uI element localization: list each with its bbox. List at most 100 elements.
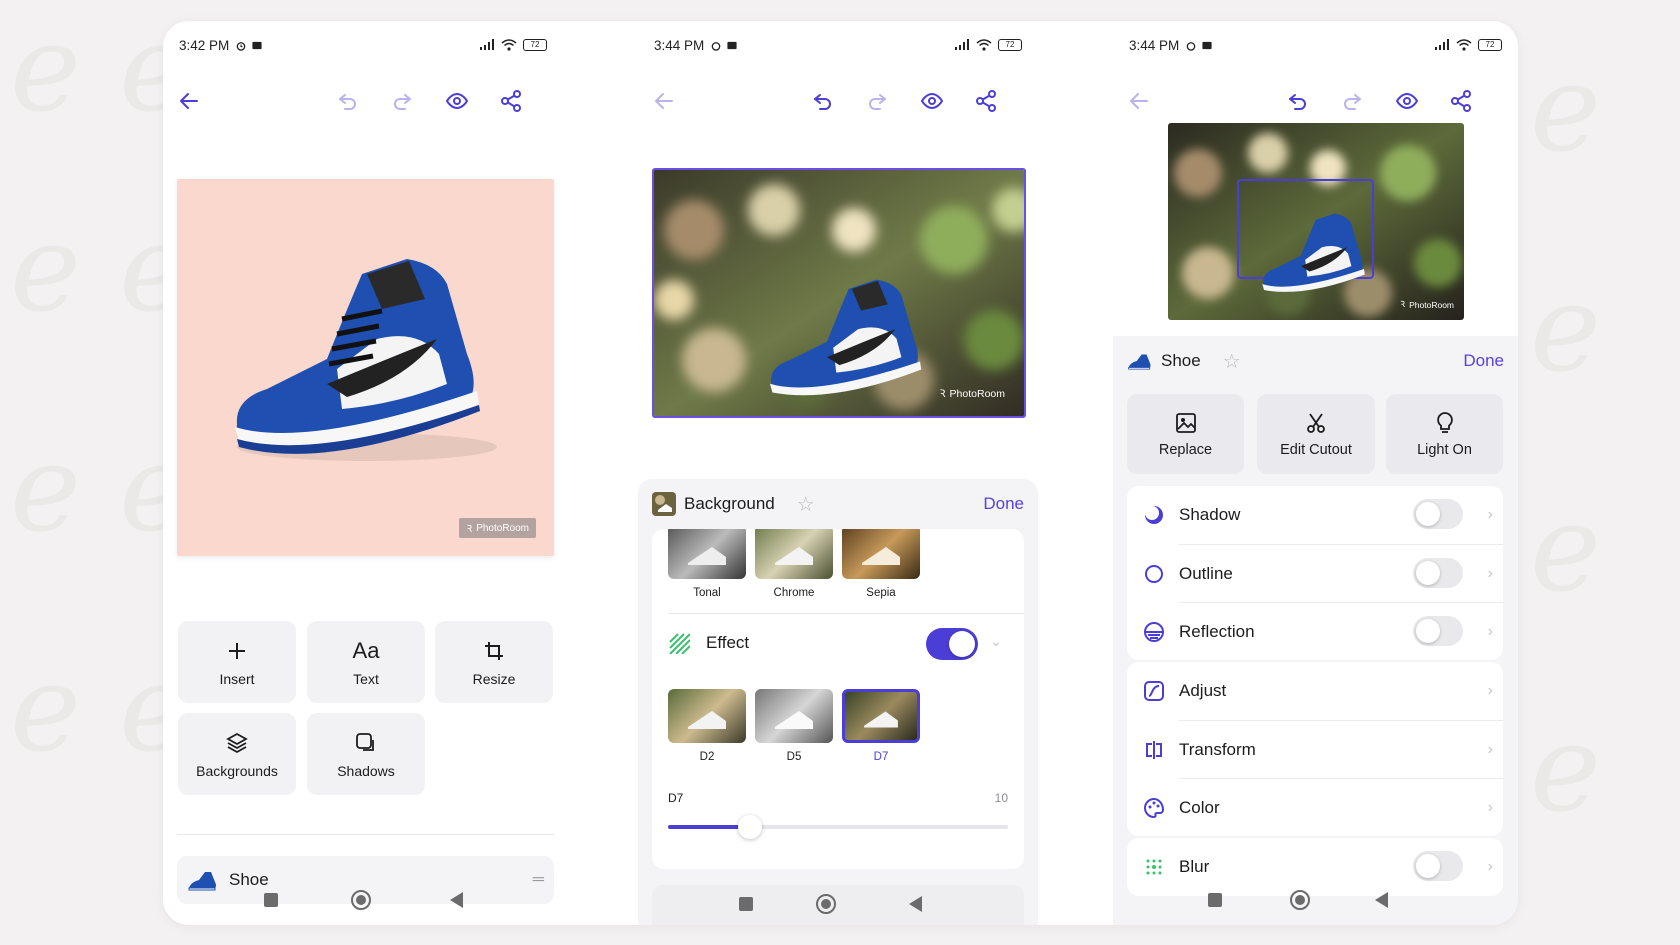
filter-label-sepia: Sepia xyxy=(866,587,896,599)
slider-knob[interactable] xyxy=(737,815,762,839)
reflection-toggle[interactable] xyxy=(1413,616,1463,646)
filter-thumb-tonal[interactable] xyxy=(668,529,746,579)
intensity-slider[interactable] xyxy=(668,815,1008,839)
design-canvas[interactable]: Ꝛ PhotoRoom xyxy=(1168,123,1464,320)
back-button[interactable] xyxy=(646,83,682,119)
undo-button[interactable] xyxy=(805,83,841,119)
preview-button[interactable] xyxy=(1389,83,1425,119)
options-group: Adjust › Transform › Color › xyxy=(1127,662,1503,836)
image-icon xyxy=(1175,410,1196,436)
replace-tile[interactable]: Replace xyxy=(1127,394,1244,474)
back-nav-button[interactable] xyxy=(450,892,463,908)
design-canvas[interactable]: Ꝛ PhotoRoom xyxy=(652,168,1026,418)
edit-cutout-tile[interactable]: Edit Cutout xyxy=(1257,394,1375,474)
effect-thumb-d5[interactable] xyxy=(755,689,833,743)
backgrounds-tile[interactable]: Backgrounds xyxy=(178,713,296,795)
edit-cutout-label: Edit Cutout xyxy=(1280,442,1352,458)
back-button[interactable] xyxy=(171,83,207,119)
reflection-row[interactable]: Reflection › xyxy=(1144,602,1503,660)
transform-row[interactable]: Transform › xyxy=(1146,720,1503,778)
filter-thumb-chrome[interactable] xyxy=(755,529,833,579)
photoroom-watermark: Ꝛ PhotoRoom xyxy=(939,388,1005,400)
alarm-icon xyxy=(1186,41,1196,51)
share-button[interactable] xyxy=(1443,83,1479,119)
color-label: Color xyxy=(1179,797,1220,817)
text-tile[interactable]: Aa Text xyxy=(307,621,425,703)
share-button[interactable] xyxy=(493,83,529,119)
backgrounds-label: Backgrounds xyxy=(196,763,278,779)
redo-button[interactable] xyxy=(1334,83,1370,119)
layers-icon xyxy=(226,729,248,757)
shoe-thumbnail xyxy=(1128,354,1151,370)
chevron-right-icon: › xyxy=(1487,506,1493,523)
alarm-icon xyxy=(711,41,721,51)
done-button[interactable]: Done xyxy=(1463,351,1504,371)
chevron-down-icon[interactable]: ⌄ xyxy=(990,633,1002,650)
battery-icon: 72 xyxy=(523,39,547,51)
blur-label: Blur xyxy=(1179,857,1210,876)
resize-tile[interactable]: Resize xyxy=(435,621,553,703)
design-canvas[interactable]: Ꝛ PhotoRoom xyxy=(177,179,554,556)
back-nav-button[interactable] xyxy=(909,896,922,912)
done-button[interactable]: Done xyxy=(983,494,1024,514)
status-icons xyxy=(710,40,738,51)
effect-label: Effect xyxy=(706,633,750,652)
outline-row[interactable]: Outline › xyxy=(1145,544,1503,602)
star-icon[interactable]: ☆ xyxy=(797,492,815,517)
panel-header: Shoe ☆ Done xyxy=(1127,346,1504,376)
toggle-group: Shadow › Outline › Reflection › xyxy=(1127,486,1503,660)
filter-label-tonal: Tonal xyxy=(693,587,721,599)
redo-button[interactable] xyxy=(384,83,420,119)
filter-thumb-sepia[interactable] xyxy=(842,529,920,579)
chevron-right-icon: › xyxy=(1487,858,1493,875)
shadow-icon xyxy=(355,729,377,757)
undo-button[interactable] xyxy=(1280,83,1316,119)
blur-icon xyxy=(1143,856,1165,878)
top-toolbar xyxy=(638,83,1038,119)
blur-toggle[interactable] xyxy=(1413,851,1463,881)
panel-header: Background ☆ Done xyxy=(652,489,1024,519)
share-button[interactable] xyxy=(968,83,1004,119)
effect-thumb-d7[interactable] xyxy=(842,689,920,743)
shadow-row[interactable]: Shadow › xyxy=(1127,486,1503,544)
signal-icon xyxy=(1435,39,1449,50)
status-icons xyxy=(235,40,263,51)
share-icon xyxy=(501,90,521,112)
background-panel: Background ☆ Done Tonal Chrome Sepia Eff… xyxy=(638,479,1038,925)
preview-button[interactable] xyxy=(439,83,475,119)
shadow-toggle[interactable] xyxy=(1413,499,1463,529)
redo-button[interactable] xyxy=(859,83,895,119)
battery-icon: 72 xyxy=(998,39,1022,51)
back-nav-button[interactable] xyxy=(1375,892,1388,908)
status-right: 72 xyxy=(1434,39,1502,51)
blurred-background-image xyxy=(654,170,1024,416)
star-icon[interactable]: ☆ xyxy=(1223,349,1241,374)
recents-button[interactable] xyxy=(264,893,278,907)
shadows-tile[interactable]: Shadows xyxy=(307,713,425,795)
screen-object-editor: 3:44 PM 72 Ꝛ PhotoRoom Shoe ☆ Done Repla… xyxy=(1113,21,1518,925)
outline-toggle[interactable] xyxy=(1413,558,1463,588)
recents-button[interactable] xyxy=(1208,893,1222,907)
home-button[interactable] xyxy=(351,890,371,910)
recents-button[interactable] xyxy=(739,897,753,911)
status-bar: 3:44 PM 72 xyxy=(654,35,1022,55)
undo-icon xyxy=(1289,94,1306,110)
system-navbar xyxy=(652,885,1024,925)
undo-button[interactable] xyxy=(330,83,366,119)
status-time: 3:44 PM xyxy=(654,37,705,53)
effect-toggle[interactable] xyxy=(926,628,978,660)
home-button[interactable] xyxy=(816,894,836,914)
adjust-label: Adjust xyxy=(1179,681,1227,700)
preview-button[interactable] xyxy=(914,83,950,119)
screen-background-editor: 3:44 PM 72 Ꝛ PhotoRoom Background ☆ Done… xyxy=(638,21,1038,925)
object-panel: Shoe ☆ Done Replace Edit Cutout Light On… xyxy=(1113,336,1518,925)
color-row[interactable]: Color › xyxy=(1144,778,1503,836)
home-button[interactable] xyxy=(1290,890,1310,910)
back-button[interactable] xyxy=(1121,83,1157,119)
insert-tile[interactable]: Insert xyxy=(178,621,296,703)
chevron-right-icon: › xyxy=(1487,564,1493,582)
wifi-icon xyxy=(976,39,992,51)
adjust-row[interactable]: Adjust › xyxy=(1127,662,1503,720)
light-on-tile[interactable]: Light On xyxy=(1386,394,1503,474)
effect-thumb-d2[interactable] xyxy=(668,689,746,743)
